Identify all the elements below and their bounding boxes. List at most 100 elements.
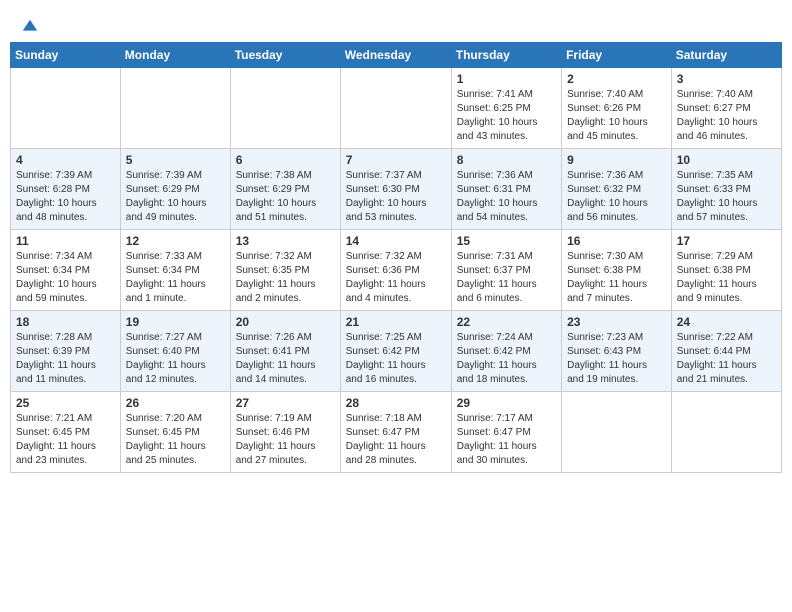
day-info: Sunrise: 7:39 AM Sunset: 6:28 PM Dayligh…	[16, 169, 115, 225]
day-info: Sunrise: 7:33 AM Sunset: 6:34 PM Dayligh…	[126, 250, 225, 306]
calendar-cell: 1 Sunrise: 7:41 AM Sunset: 6:25 PM Daylig…	[451, 68, 561, 149]
calendar-cell: 28Sunrise: 7:18 AM Sunset: 6:47 PM Dayli…	[340, 392, 451, 473]
calendar-cell: 3 Sunrise: 7:40 AM Sunset: 6:27 PM Daylig…	[671, 68, 781, 149]
day-number: 13	[236, 234, 335, 248]
calendar-cell: 9 Sunrise: 7:36 AM Sunset: 6:32 PM Daylig…	[562, 149, 672, 230]
day-info: Sunrise: 7:29 AM Sunset: 6:38 PM Dayligh…	[677, 250, 776, 306]
calendar-cell	[340, 68, 451, 149]
calendar-cell: 17 Sunrise: 7:29 AM Sunset: 6:38 PM Dayli…	[671, 230, 781, 311]
day-number: 26	[126, 396, 225, 410]
week-row-3: 11 Sunrise: 7:34 AM Sunset: 6:34 PM Dayli…	[11, 230, 782, 311]
week-row-1: 1 Sunrise: 7:41 AM Sunset: 6:25 PM Daylig…	[11, 68, 782, 149]
day-number: 24	[677, 315, 776, 329]
calendar-cell: 11 Sunrise: 7:34 AM Sunset: 6:34 PM Dayli…	[11, 230, 121, 311]
day-info: Sunrise: 7:40 AM Sunset: 6:26 PM Dayligh…	[567, 88, 666, 144]
day-number: 4	[16, 153, 115, 167]
calendar-cell	[230, 68, 340, 149]
day-number: 27	[236, 396, 335, 410]
day-info: Sunrise: 7:19 AM Sunset: 6:46 PM Dayligh…	[236, 412, 335, 468]
day-number: 25	[16, 396, 115, 410]
calendar-cell: 10 Sunrise: 7:35 AM Sunset: 6:33 PM Dayli…	[671, 149, 781, 230]
day-number: 9	[567, 153, 666, 167]
day-header-thursday: Thursday	[451, 43, 561, 68]
calendar-cell: 7 Sunrise: 7:37 AM Sunset: 6:30 PM Daylig…	[340, 149, 451, 230]
day-info: Sunrise: 7:34 AM Sunset: 6:34 PM Dayligh…	[16, 250, 115, 306]
day-number: 19	[126, 315, 225, 329]
day-header-saturday: Saturday	[671, 43, 781, 68]
day-number: 11	[16, 234, 115, 248]
day-info: Sunrise: 7:26 AM Sunset: 6:41 PM Dayligh…	[236, 331, 335, 387]
day-number: 6	[236, 153, 335, 167]
calendar-cell: 6 Sunrise: 7:38 AM Sunset: 6:29 PM Daylig…	[230, 149, 340, 230]
week-row-4: 18 Sunrise: 7:28 AM Sunset: 6:39 PM Dayli…	[11, 311, 782, 392]
week-row-5: 25 Sunrise: 7:21 AM Sunset: 6:45 PM Dayli…	[11, 392, 782, 473]
day-header-friday: Friday	[562, 43, 672, 68]
calendar-cell: 4 Sunrise: 7:39 AM Sunset: 6:28 PM Daylig…	[11, 149, 121, 230]
calendar-cell: 23 Sunrise: 7:23 AM Sunset: 6:43 PM Dayli…	[562, 311, 672, 392]
day-number: 2	[567, 72, 666, 86]
day-number: 1	[457, 72, 556, 86]
day-info: Sunrise: 7:40 AM Sunset: 6:27 PM Dayligh…	[677, 88, 776, 144]
day-number: 5	[126, 153, 225, 167]
day-info: Sunrise: 7:22 AM Sunset: 6:44 PM Dayligh…	[677, 331, 776, 387]
calendar-cell	[562, 392, 672, 473]
calendar-cell: 25 Sunrise: 7:21 AM Sunset: 6:45 PM Dayli…	[11, 392, 121, 473]
calendar-cell: 16Sunrise: 7:30 AM Sunset: 6:38 PM Dayli…	[562, 230, 672, 311]
calendar-cell: 22 Sunrise: 7:24 AM Sunset: 6:42 PM Dayli…	[451, 311, 561, 392]
day-info: Sunrise: 7:35 AM Sunset: 6:33 PM Dayligh…	[677, 169, 776, 225]
day-info: Sunrise: 7:18 AM Sunset: 6:47 PM Dayligh…	[346, 412, 446, 468]
calendar-cell: 8Sunrise: 7:36 AM Sunset: 6:31 PM Daylig…	[451, 149, 561, 230]
day-info: Sunrise: 7:21 AM Sunset: 6:45 PM Dayligh…	[16, 412, 115, 468]
day-info: Sunrise: 7:27 AM Sunset: 6:40 PM Dayligh…	[126, 331, 225, 387]
day-number: 7	[346, 153, 446, 167]
calendar-cell: 21Sunrise: 7:25 AM Sunset: 6:42 PM Dayli…	[340, 311, 451, 392]
day-header-tuesday: Tuesday	[230, 43, 340, 68]
day-header-wednesday: Wednesday	[340, 43, 451, 68]
calendar-cell: 15 Sunrise: 7:31 AM Sunset: 6:37 PM Dayli…	[451, 230, 561, 311]
day-info: Sunrise: 7:31 AM Sunset: 6:37 PM Dayligh…	[457, 250, 556, 306]
day-info: Sunrise: 7:28 AM Sunset: 6:39 PM Dayligh…	[16, 331, 115, 387]
day-info: Sunrise: 7:25 AM Sunset: 6:42 PM Dayligh…	[346, 331, 446, 387]
calendar-cell: 14 Sunrise: 7:32 AM Sunset: 6:36 PM Dayli…	[340, 230, 451, 311]
day-info: Sunrise: 7:41 AM Sunset: 6:25 PM Dayligh…	[457, 88, 556, 144]
calendar-cell	[120, 68, 230, 149]
day-number: 14	[346, 234, 446, 248]
calendar-header-row: SundayMondayTuesdayWednesdayThursdayFrid…	[11, 43, 782, 68]
day-number: 10	[677, 153, 776, 167]
day-number: 23	[567, 315, 666, 329]
day-number: 18	[16, 315, 115, 329]
day-number: 22	[457, 315, 556, 329]
day-info: Sunrise: 7:37 AM Sunset: 6:30 PM Dayligh…	[346, 169, 446, 225]
calendar-cell: 27 Sunrise: 7:19 AM Sunset: 6:46 PM Dayli…	[230, 392, 340, 473]
day-info: Sunrise: 7:17 AM Sunset: 6:47 PM Dayligh…	[457, 412, 556, 468]
calendar-cell: 19 Sunrise: 7:27 AM Sunset: 6:40 PM Dayli…	[120, 311, 230, 392]
calendar-cell: 5 Sunrise: 7:39 AM Sunset: 6:29 PM Daylig…	[120, 149, 230, 230]
day-number: 20	[236, 315, 335, 329]
calendar-cell: 26 Sunrise: 7:20 AM Sunset: 6:45 PM Dayli…	[120, 392, 230, 473]
day-number: 12	[126, 234, 225, 248]
calendar-cell: 2 Sunrise: 7:40 AM Sunset: 6:26 PM Daylig…	[562, 68, 672, 149]
day-info: Sunrise: 7:39 AM Sunset: 6:29 PM Dayligh…	[126, 169, 225, 225]
day-number: 17	[677, 234, 776, 248]
calendar-cell: 29Sunrise: 7:17 AM Sunset: 6:47 PM Dayli…	[451, 392, 561, 473]
logo	[20, 18, 39, 34]
day-info: Sunrise: 7:20 AM Sunset: 6:45 PM Dayligh…	[126, 412, 225, 468]
page-header	[10, 10, 782, 38]
day-info: Sunrise: 7:30 AM Sunset: 6:38 PM Dayligh…	[567, 250, 666, 306]
day-info: Sunrise: 7:38 AM Sunset: 6:29 PM Dayligh…	[236, 169, 335, 225]
logo-icon	[21, 18, 39, 36]
day-number: 8	[457, 153, 556, 167]
day-number: 3	[677, 72, 776, 86]
day-info: Sunrise: 7:32 AM Sunset: 6:35 PM Dayligh…	[236, 250, 335, 306]
day-info: Sunrise: 7:23 AM Sunset: 6:43 PM Dayligh…	[567, 331, 666, 387]
day-number: 15	[457, 234, 556, 248]
day-info: Sunrise: 7:32 AM Sunset: 6:36 PM Dayligh…	[346, 250, 446, 306]
week-row-2: 4 Sunrise: 7:39 AM Sunset: 6:28 PM Daylig…	[11, 149, 782, 230]
calendar-cell	[11, 68, 121, 149]
day-info: Sunrise: 7:36 AM Sunset: 6:32 PM Dayligh…	[567, 169, 666, 225]
day-header-monday: Monday	[120, 43, 230, 68]
day-info: Sunrise: 7:24 AM Sunset: 6:42 PM Dayligh…	[457, 331, 556, 387]
calendar-cell: 24 Sunrise: 7:22 AM Sunset: 6:44 PM Dayli…	[671, 311, 781, 392]
calendar-cell	[671, 392, 781, 473]
calendar-cell: 12 Sunrise: 7:33 AM Sunset: 6:34 PM Dayli…	[120, 230, 230, 311]
